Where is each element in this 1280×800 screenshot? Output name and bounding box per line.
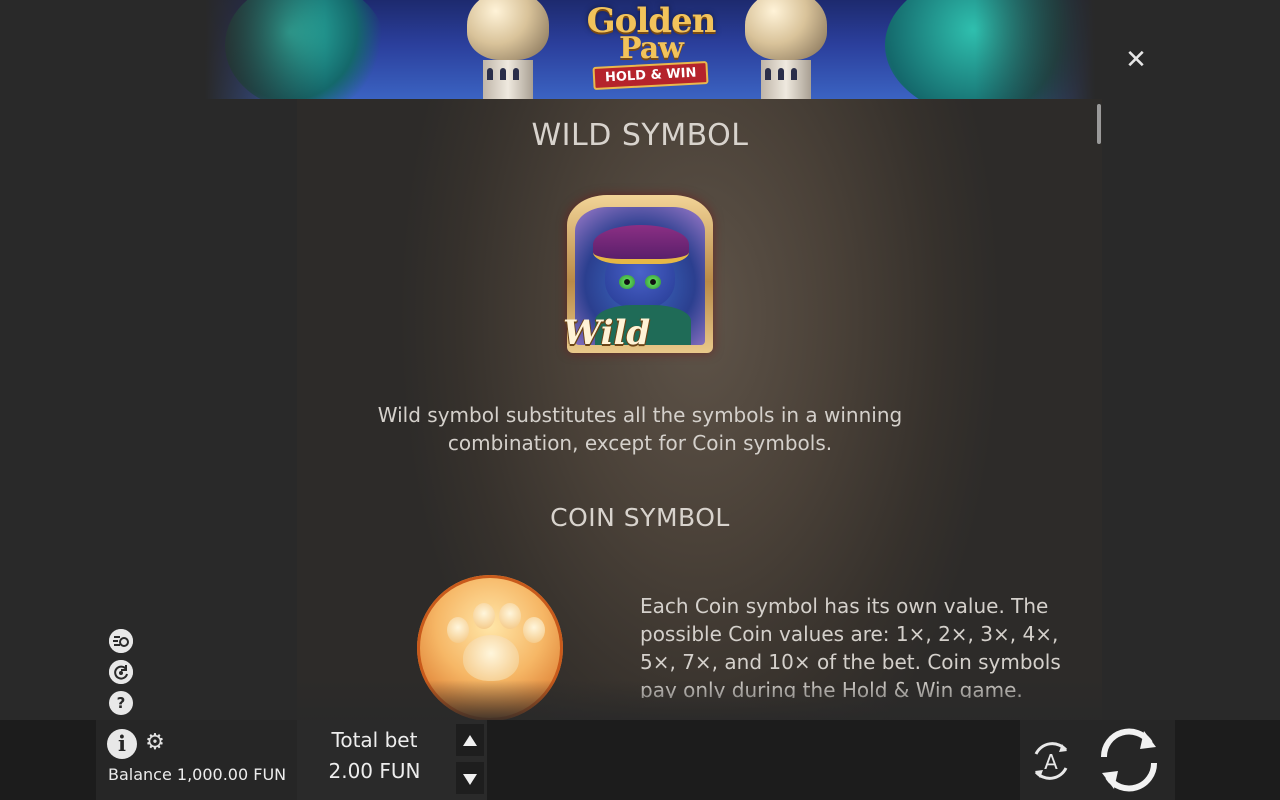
wild-symbol-label: Wild xyxy=(563,313,651,353)
replay-icon[interactable] xyxy=(109,660,133,684)
wild-symbol-description: Wild symbol substitutes all the symbols … xyxy=(377,403,903,455)
spin-button[interactable] xyxy=(1094,727,1164,793)
info-icon[interactable]: i xyxy=(107,729,137,759)
wild-symbol-image: Wild xyxy=(563,195,713,353)
bet-increase-button[interactable] xyxy=(456,724,484,756)
total-bet-label: Total bet xyxy=(331,728,418,752)
coin-symbol-title: COIN SYMBOL xyxy=(550,503,730,532)
close-icon[interactable]: ✕ xyxy=(1122,46,1150,74)
game-logo: Golden Paw HOLD & WIN xyxy=(571,0,731,99)
balance-display: Balance 1,000.00 FUN xyxy=(108,765,287,784)
logo-ribbon: HOLD & WIN xyxy=(592,60,710,91)
wild-symbol-title: WILD SYMBOL xyxy=(531,118,749,153)
game-banner: Golden Paw HOLD & WIN xyxy=(205,0,1095,99)
scroll-fade xyxy=(297,680,1102,720)
autoplay-button[interactable]: A xyxy=(1028,738,1074,784)
help-icon[interactable]: ? xyxy=(109,691,133,715)
turbo-icon[interactable] xyxy=(109,629,133,653)
tower-decoration xyxy=(467,0,549,99)
tower-decoration xyxy=(745,0,827,99)
gear-icon[interactable]: ⚙ xyxy=(143,731,167,755)
bet-decrease-button[interactable] xyxy=(456,762,484,794)
autoplay-label: A xyxy=(1044,750,1058,774)
total-bet-value: 2.00 FUN xyxy=(328,759,421,783)
